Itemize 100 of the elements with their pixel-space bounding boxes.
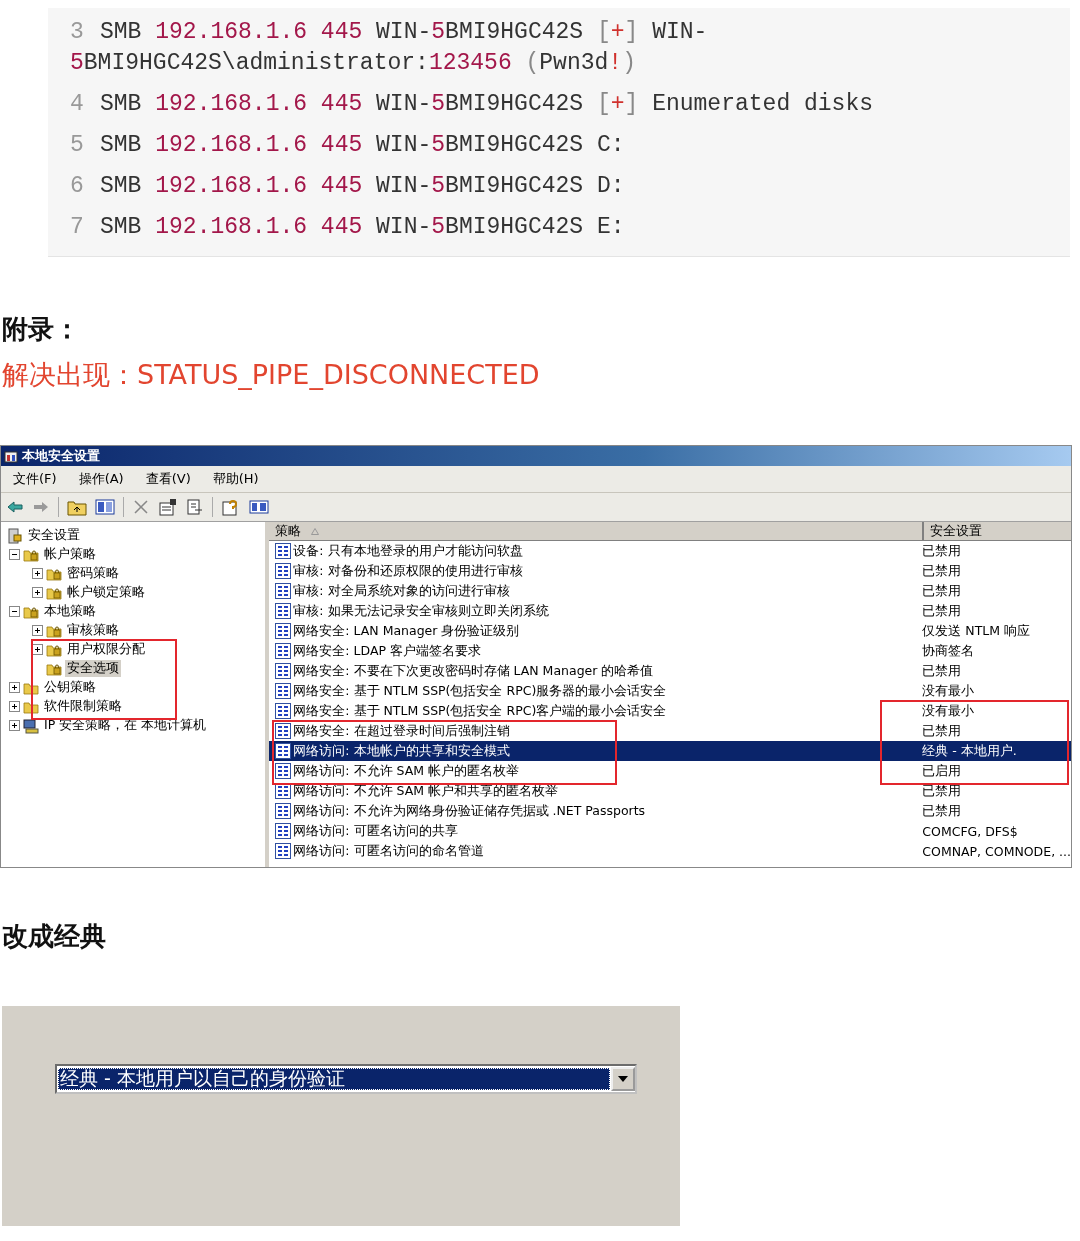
- code-line: SMB 192.168.1.6 445 WIN-5BMI9HGC42S C:: [100, 132, 625, 158]
- policy-name: 网络访问: 不允许 SAM 帐户的匿名枚举: [293, 762, 520, 780]
- policy-name: 网络访问: 本地帐户的共享和安全模式: [293, 742, 511, 760]
- policy-row[interactable]: 网络安全: 基于 NTLM SSP(包括安全 RPC)服务器的最小会话安全 没有最小: [269, 681, 1071, 701]
- policy-icon: [275, 663, 292, 679]
- line-number: 7: [70, 213, 85, 242]
- policy-setting: 已禁用: [921, 722, 963, 740]
- column-header[interactable]: 安全设置: [924, 522, 1071, 540]
- expand-icon[interactable]: [9, 720, 20, 731]
- policy-row[interactable]: 审核: 对全局系统对象的访问进行审核 已禁用: [269, 581, 1071, 601]
- expand-icon[interactable]: [32, 568, 43, 579]
- policy-name: 网络安全: 在超过登录时间后强制注销: [293, 722, 511, 740]
- policy-icon: [275, 823, 292, 839]
- panel-icon[interactable]: [249, 498, 269, 516]
- caret-icon: [618, 1076, 628, 1082]
- policy-icon: [275, 843, 292, 859]
- line-number: 3: [70, 18, 85, 47]
- tree-item[interactable]: 安全选项: [65, 660, 121, 677]
- policy-row[interactable]: 网络访问: 不允许为网络身份验证储存凭据或 .NET Passports 已禁用: [269, 801, 1071, 821]
- back-icon[interactable]: [6, 499, 24, 515]
- expand-icon[interactable]: [32, 587, 43, 598]
- policy-root-icon: [7, 527, 23, 544]
- policy-icon: [275, 743, 292, 759]
- policy-icon: [275, 703, 292, 719]
- expand-icon[interactable]: [32, 625, 43, 636]
- delete-icon[interactable]: [132, 498, 150, 516]
- policy-icon: [275, 683, 292, 699]
- policy-name: 网络安全: 基于 NTLM SSP(包括安全 RPC)服务器的最小会话安全: [293, 682, 668, 700]
- expand-icon[interactable]: [9, 682, 20, 693]
- policy-name: 网络安全: LDAP 客户端签名要求: [293, 642, 482, 660]
- tree-item[interactable]: 用户权限分配: [65, 641, 147, 658]
- policy-icon: [275, 643, 292, 659]
- sort-icon: [311, 527, 320, 535]
- policy-setting: 已禁用: [921, 582, 963, 600]
- policy-setting: 已禁用: [921, 802, 963, 820]
- policy-row[interactable]: 网络安全: 在超过登录时间后强制注销 已禁用: [269, 721, 1071, 741]
- collapse-icon[interactable]: [9, 606, 20, 617]
- policy-icon: [275, 623, 292, 639]
- menu-item[interactable]: 查看(V): [143, 469, 193, 489]
- folder-up-icon[interactable]: [67, 498, 87, 516]
- policy-setting: COMNAP, COMNODE, ...: [921, 843, 1071, 859]
- policy-icon: [275, 603, 292, 619]
- policy-row[interactable]: 审核: 对备份和还原权限的使用进行审核 已禁用: [269, 561, 1071, 581]
- column-header[interactable]: 策略: [269, 522, 925, 540]
- policy-icon: [275, 763, 292, 779]
- policy-setting: 没有最小: [921, 682, 976, 700]
- tree-item[interactable]: 帐户锁定策略: [65, 584, 147, 601]
- dropdown-button[interactable]: [611, 1067, 635, 1091]
- policy-name: 网络访问: 不允许为网络身份验证储存凭据或 .NET Passports: [293, 802, 647, 820]
- properties-icon[interactable]: [158, 498, 178, 516]
- policy-row[interactable]: 网络访问: 可匿名访问的共享 COMCFG, DFS$: [269, 821, 1071, 841]
- expand-icon[interactable]: [32, 644, 43, 655]
- policy-name: 审核: 如果无法记录安全审核则立即关闭系统: [293, 602, 550, 620]
- tree-item[interactable]: 密码策略: [65, 565, 121, 582]
- policy-row[interactable]: 网络安全: 基于 NTLM SSP(包括安全 RPC)客户端的最小会话安全 没有最小: [269, 701, 1071, 721]
- policy-icon: [275, 583, 292, 599]
- policy-name: 审核: 对备份和还原权限的使用进行审核: [293, 562, 524, 580]
- tree-item[interactable]: 审核策略: [65, 622, 121, 639]
- policy-row[interactable]: 网络访问: 可匿名访问的命名管道 COMNAP, COMNODE, ...: [269, 841, 1071, 861]
- policy-row[interactable]: 网络访问: 本地帐户的共享和安全模式 经典 - 本地用户.: [269, 741, 1071, 761]
- policy-row[interactable]: 设备: 只有本地登录的用户才能访问软盘 已禁用: [269, 541, 1071, 561]
- policy-name: 网络访问: 可匿名访问的共享: [293, 822, 459, 840]
- tree-item[interactable]: 本地策略: [42, 603, 98, 620]
- policy-row[interactable]: 网络访问: 不允许 SAM 帐户的匿名枚举 已启用: [269, 761, 1071, 781]
- tree-item[interactable]: 帐户策略: [42, 546, 98, 563]
- expand-icon[interactable]: [9, 701, 20, 712]
- error-heading: 解决出现：STATUS_PIPE_DISCONNECTED: [2, 358, 541, 392]
- menu-item[interactable]: 帮助(H): [210, 469, 261, 489]
- tree-item[interactable]: 公钥策略: [42, 679, 98, 696]
- policy-name: 网络安全: LAN Manager 身份验证级别: [293, 622, 521, 640]
- policy-name: 审核: 对全局系统对象的访问进行审核: [293, 582, 511, 600]
- policy-setting: 已禁用: [921, 542, 963, 560]
- code-line: SMB 192.168.1.6 445 WIN-5BMI9HGC42S E:: [100, 214, 625, 240]
- policy-setting: 已禁用: [921, 562, 963, 580]
- policy-row[interactable]: 网络安全: LDAP 客户端签名要求 协商签名: [269, 641, 1071, 661]
- policy-row[interactable]: 审核: 如果无法记录安全审核则立即关闭系统 已禁用: [269, 601, 1071, 621]
- policy-setting: 仅发送 NTLM 响应: [921, 622, 1031, 640]
- panel-icon[interactable]: [95, 498, 115, 516]
- line-number: 5: [70, 131, 85, 160]
- policy-name: 设备: 只有本地登录的用户才能访问软盘: [293, 542, 524, 560]
- policy-setting: 已禁用: [921, 602, 963, 620]
- policy-icon: [275, 803, 292, 819]
- dropdown[interactable]: 经典 - 本地用户以自己的身份验证: [55, 1064, 637, 1094]
- policy-icon: [275, 563, 292, 579]
- tree-item[interactable]: 软件限制策略: [42, 698, 124, 715]
- policy-name: 网络安全: 基于 NTLM SSP(包括安全 RPC)客户端的最小会话安全: [293, 702, 668, 720]
- policy-row[interactable]: 网络安全: LAN Manager 身份验证级别 仅发送 NTLM 响应: [269, 621, 1071, 641]
- policy-setting: 已启用: [921, 762, 963, 780]
- collapse-icon[interactable]: [9, 549, 20, 560]
- policy-setting: 经典 - 本地用户.: [921, 742, 1018, 760]
- tree-item[interactable]: 安全设置: [26, 527, 82, 544]
- policy-row[interactable]: 网络安全: 不要在下次更改密码时存储 LAN Manager 的哈希值 已禁用: [269, 661, 1071, 681]
- menu-item[interactable]: 操作(A): [76, 469, 126, 489]
- policy-icon: [275, 723, 292, 739]
- menu-item[interactable]: 文件(F): [11, 469, 59, 489]
- policy-name: 网络安全: 不要在下次更改密码时存储 LAN Manager 的哈希值: [293, 662, 655, 680]
- app-icon: [4, 449, 18, 463]
- export-icon[interactable]: [186, 498, 204, 516]
- window-title: 本地安全设置: [22, 447, 100, 465]
- policy-setting: 协商签名: [921, 642, 976, 660]
